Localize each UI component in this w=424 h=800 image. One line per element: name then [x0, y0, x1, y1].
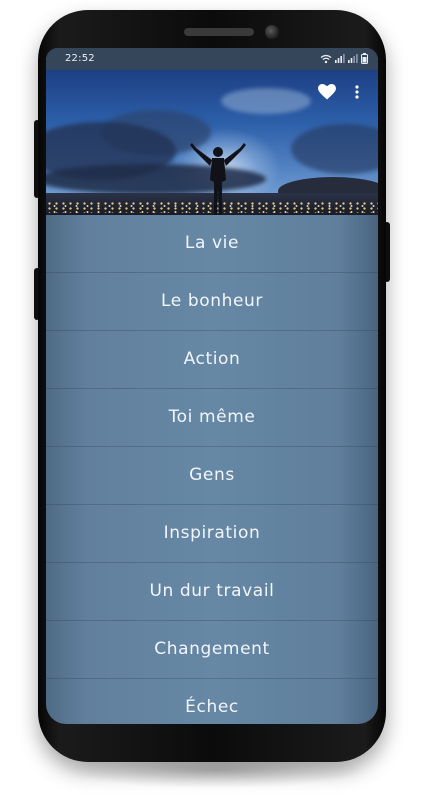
category-item-action[interactable]: Action [46, 331, 378, 389]
category-item-la-vie[interactable]: La vie [46, 215, 378, 273]
front-camera [265, 25, 279, 39]
category-item-changement[interactable]: Changement [46, 621, 378, 679]
more-vertical-icon [355, 85, 359, 99]
cloud [221, 88, 311, 114]
battery-icon [361, 53, 368, 67]
cloud [291, 124, 378, 174]
heart-icon [318, 84, 336, 100]
earpiece-speaker [184, 28, 254, 36]
category-item-echec[interactable]: Échec [46, 679, 378, 724]
category-item-le-bonheur[interactable]: Le bonheur [46, 273, 378, 331]
category-item-toi-meme[interactable]: Toi même [46, 389, 378, 447]
header-image [46, 70, 378, 215]
app-screen: 22:52 La vie Le bonheur Action Toi même … [46, 48, 378, 724]
category-item-un-dur-travail[interactable]: Un dur travail [46, 563, 378, 621]
person-silhouette [190, 143, 246, 215]
favorite-button[interactable] [316, 82, 338, 102]
category-item-gens[interactable]: Gens [46, 447, 378, 505]
more-options-button[interactable] [351, 82, 363, 102]
signal-icon [335, 54, 345, 66]
wifi-icon [320, 54, 332, 67]
category-item-inspiration[interactable]: Inspiration [46, 505, 378, 563]
signal-icon [348, 54, 358, 66]
category-list: La vie Le bonheur Action Toi même Gens I… [46, 215, 378, 724]
status-icons [320, 53, 368, 67]
status-time: 22:52 [65, 53, 95, 64]
status-bar: 22:52 [46, 48, 378, 70]
